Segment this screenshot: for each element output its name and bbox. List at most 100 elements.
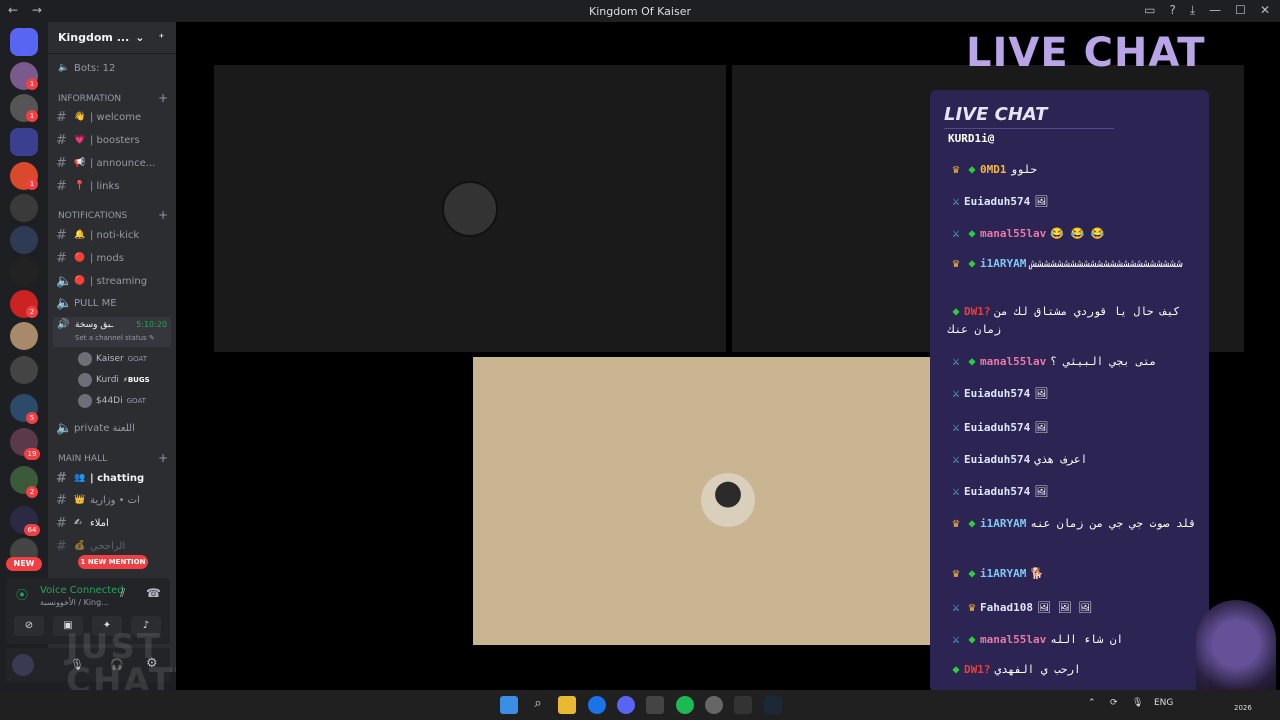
set-status-link[interactable]: Set a channel status ✎ bbox=[75, 334, 155, 342]
chat-text: 🖼 bbox=[1034, 485, 1049, 498]
chat-username: Euiaduh574 bbox=[964, 485, 1031, 498]
crown-icon: ♛ bbox=[952, 566, 960, 580]
chevron-up-icon[interactable]: ⌃ bbox=[1088, 698, 1096, 708]
chat-message: ⚔ ◆ manal55lav 😂 😂 😂 bbox=[948, 224, 1196, 243]
avatar bbox=[78, 352, 92, 366]
server-icon[interactable] bbox=[10, 194, 38, 222]
voice-user[interactable]: Kurdi ⚡BUGS bbox=[78, 373, 150, 387]
discord-icon[interactable] bbox=[617, 696, 635, 714]
sword-icon: ⚔ bbox=[952, 194, 960, 208]
server-badge: 1 bbox=[26, 178, 38, 190]
channel-emla[interactable]: # ✍ املاء bbox=[56, 513, 172, 533]
close-button[interactable]: ✕ bbox=[1260, 3, 1270, 18]
server-badge: 1 bbox=[26, 110, 38, 122]
bell-icon: 🔔 bbox=[74, 230, 86, 240]
discord-home-icon[interactable] bbox=[10, 28, 38, 56]
download-icon[interactable]: ⤓ bbox=[1190, 3, 1195, 18]
voice-user[interactable]: Kaiser GOAT bbox=[78, 352, 147, 366]
terminal-icon[interactable] bbox=[734, 696, 752, 714]
participant-avatar bbox=[442, 181, 498, 237]
active-voice-channel[interactable]: 🔊 ـبق وسخة 5:10:20 Set a channel status … bbox=[53, 317, 171, 347]
chat-text: متى بجي البيثي ؟ bbox=[1050, 355, 1157, 368]
channel-private[interactable]: 🔈 private اللعنة bbox=[56, 418, 172, 438]
xbox-icon[interactable] bbox=[646, 696, 664, 714]
channel-sidebar: Kingdom ... ⌄ ⁺ 🔈 Bots: 12 INFORMATION +… bbox=[48, 22, 176, 672]
voice-location[interactable]: الأخوونسبة / King... bbox=[40, 598, 109, 607]
speaker-icon: 🔈 bbox=[56, 273, 73, 289]
divider bbox=[944, 128, 1114, 129]
server-icon[interactable] bbox=[10, 226, 38, 254]
channel-welcome[interactable]: # 👋 | welcome bbox=[56, 107, 172, 127]
channel-streaming[interactable]: 🔈 🔴 | streaming bbox=[56, 271, 172, 291]
channel-boosters[interactable]: # 💗 | boosters bbox=[56, 130, 172, 150]
hash-icon: # bbox=[56, 155, 67, 171]
folder-icon[interactable] bbox=[10, 128, 38, 156]
server-icon[interactable] bbox=[10, 356, 38, 384]
sword-icon: ⚔ bbox=[952, 420, 960, 434]
window-controls: ▭ ? ⤓ — ☐ ✕ bbox=[1144, 3, 1270, 18]
chat-text: قلد صوت جي جي من زمان عنه bbox=[1030, 517, 1196, 530]
chat-message: ♛ ◆ i1ARYAM قلد صوت جي جي من زمان عنه bbox=[948, 514, 1196, 533]
help-icon[interactable]: ? bbox=[1169, 3, 1175, 18]
browser-icon[interactable] bbox=[588, 696, 606, 714]
category-notifications[interactable]: NOTIFICATIONS bbox=[58, 211, 127, 221]
server-icon[interactable] bbox=[10, 322, 38, 350]
chat-message: ⚔ Euiaduh574 🖼 bbox=[948, 384, 1196, 403]
add-channel-icon[interactable]: + bbox=[158, 451, 168, 465]
signal-icon[interactable]: ⦿ bbox=[16, 586, 28, 603]
category-main-hall[interactable]: MAIN HALL bbox=[58, 454, 107, 464]
chat-username: 0MD1 bbox=[980, 163, 1007, 176]
new-servers-pill[interactable]: NEW bbox=[6, 557, 42, 571]
steam-icon[interactable] bbox=[764, 696, 782, 714]
chat-text: 🖼 bbox=[1034, 421, 1049, 434]
channel-rajhi[interactable]: # 💰 الراجحي bbox=[56, 536, 172, 556]
video-tile[interactable] bbox=[214, 65, 726, 352]
language-indicator[interactable]: ENG bbox=[1154, 698, 1173, 708]
guild-header[interactable]: Kingdom ... ⌄ ⁺ bbox=[48, 22, 176, 54]
chat-username: manal55lav bbox=[980, 227, 1047, 240]
live-chat-heading: LIVE CHAT bbox=[966, 30, 1206, 76]
channel-pull-me[interactable]: 🔈 PULL ME bbox=[56, 293, 172, 313]
disconnect-icon[interactable]: ☎ bbox=[146, 586, 161, 600]
new-mention-pill[interactable]: 1 NEW MENTION bbox=[78, 555, 148, 569]
spotify-icon[interactable] bbox=[676, 696, 694, 714]
channel-links[interactable]: # 📍 | links bbox=[56, 176, 172, 196]
windows-start-icon[interactable] bbox=[500, 696, 518, 714]
search-icon[interactable]: ⌕ bbox=[529, 696, 547, 714]
sync-icon[interactable]: ⟳ bbox=[1110, 698, 1118, 708]
channel-wizaria[interactable]: # 👑 ات • وزارية bbox=[56, 490, 172, 510]
inbox-icon[interactable]: ▭ bbox=[1144, 3, 1155, 18]
channel-announcements[interactable]: # 📢 | announce... bbox=[56, 153, 172, 173]
microphone-icon[interactable]: 🎙 bbox=[1132, 698, 1143, 708]
hash-icon: # bbox=[56, 178, 67, 194]
chat-message: ♛ ◆ 0MD1 حلوو bbox=[948, 160, 1196, 179]
category-information[interactable]: INFORMATION bbox=[58, 94, 121, 104]
chat-username: i1ARYAM bbox=[980, 567, 1027, 580]
server-icon[interactable] bbox=[10, 258, 38, 286]
channel-mods[interactable]: # 🔴 | mods bbox=[56, 248, 172, 268]
video-tile-focused[interactable] bbox=[473, 357, 985, 645]
chat-username: i1ARYAM bbox=[980, 257, 1027, 270]
voice-user[interactable]: $44Di GOAT bbox=[78, 394, 146, 408]
noise-suppression-icon[interactable]: ⫽ bbox=[120, 586, 125, 601]
channel-chatting[interactable]: # 👥 | chatting bbox=[56, 468, 172, 488]
participant-avatar bbox=[701, 473, 755, 527]
sword-icon: ⚔ bbox=[952, 386, 960, 400]
hash-icon: # bbox=[56, 492, 67, 508]
minimize-button[interactable]: — bbox=[1209, 3, 1221, 18]
invite-icon[interactable]: ⁺ bbox=[158, 31, 164, 44]
file-explorer-icon[interactable] bbox=[558, 696, 576, 714]
add-channel-icon[interactable]: + bbox=[158, 208, 168, 222]
bots-voice-channel[interactable]: 🔈 Bots: 12 bbox=[58, 58, 174, 78]
maximize-button[interactable]: ☐ bbox=[1235, 3, 1246, 18]
channel-noti-kick[interactable]: # 🔔 | noti-kick bbox=[56, 225, 172, 245]
avatar[interactable] bbox=[12, 654, 34, 676]
obs-icon[interactable] bbox=[705, 696, 723, 714]
pin-icon: 📍 bbox=[74, 181, 86, 191]
add-channel-icon[interactable]: + bbox=[158, 91, 168, 105]
live-chat-panel: LIVE CHAT KURD1i@ ♛ ◆ 0MD1 حلوو ⚔ Euiaduh574 🖼 ⚔… bbox=[930, 90, 1209, 692]
camera-off-button[interactable]: ⊘ bbox=[14, 616, 44, 636]
chat-text: 🖼 🖼 🖼 bbox=[1036, 601, 1093, 614]
chat-username: DW1? bbox=[964, 663, 991, 676]
hash-icon: # bbox=[56, 227, 67, 243]
